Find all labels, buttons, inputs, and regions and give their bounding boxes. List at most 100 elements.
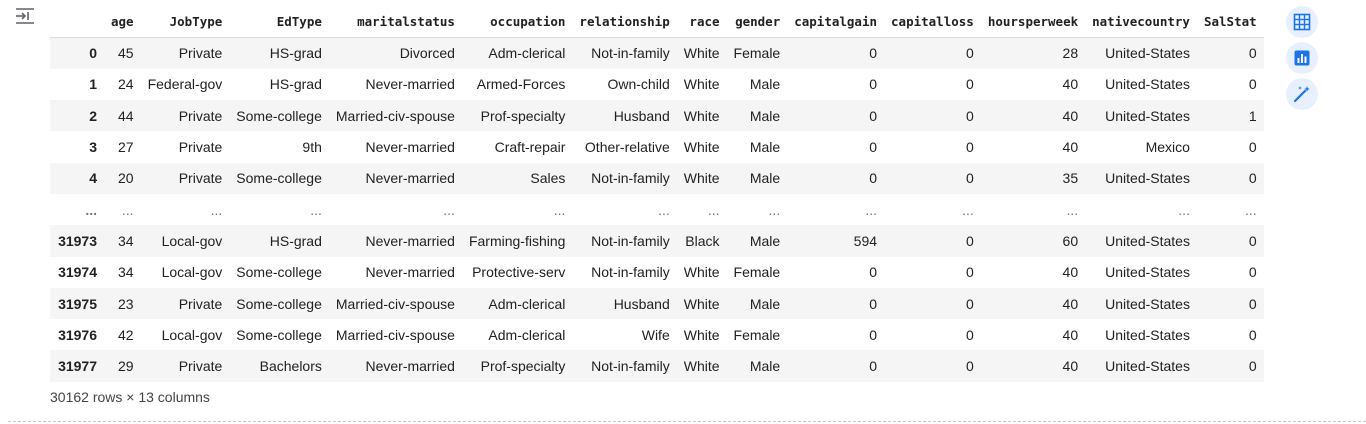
- row-index: 1: [89, 76, 97, 93]
- table-row: 31975 23 Private Some-college Married-civ-sp…: [50, 287, 1264, 320]
- table-cell: Local-gov: [161, 232, 223, 249]
- table-cell: 0: [1248, 170, 1257, 187]
- table-cell: Female: [733, 45, 781, 62]
- table-cell: 0: [869, 326, 878, 343]
- table-cell: Private: [178, 170, 223, 187]
- table-cell: Prof-specialty: [480, 358, 566, 375]
- table-cell: Female: [733, 264, 781, 281]
- table-cell: ...: [121, 201, 134, 218]
- table-cell: Male: [749, 76, 781, 93]
- table-cell: Not-in-family: [591, 264, 670, 281]
- column-header: occupation: [461, 6, 573, 38]
- table-row: 31976 42 Local-gov Some-college Married-civ-…: [50, 319, 1264, 350]
- table-cell: 0: [966, 358, 974, 375]
- table-cell: Black: [685, 232, 720, 249]
- table-cell: 0: [966, 139, 974, 156]
- table-cell: 24: [118, 76, 134, 93]
- table-cell: ...: [768, 201, 781, 218]
- table-cell: United-States: [1105, 358, 1190, 375]
- table-cell: 0: [966, 295, 974, 312]
- chart-icon: [1294, 50, 1310, 66]
- table-cell: Not-in-family: [591, 232, 670, 249]
- table-cell: 45: [118, 45, 134, 62]
- table-cell: Own-child: [607, 76, 670, 93]
- table-row: 4 20 Private Some-college Never-married Sales…: [50, 162, 1264, 194]
- table-cell: Married-civ-spouse: [335, 107, 455, 124]
- table-cell: 40: [1062, 76, 1079, 93]
- table-cell: 0: [1248, 326, 1257, 343]
- table-cell: Wife: [641, 326, 670, 343]
- table-cell: 40: [1062, 139, 1079, 156]
- suggest-charts-button[interactable]: [1286, 42, 1318, 74]
- table-cell: Mexico: [1145, 139, 1190, 156]
- table-cell: Married-civ-spouse: [335, 326, 455, 343]
- table-cell: United-States: [1105, 326, 1190, 343]
- table-cell: Prof-specialty: [480, 107, 566, 124]
- table-cell: 0: [869, 264, 878, 281]
- table-icon: [1293, 13, 1311, 31]
- table-cell: Private: [178, 358, 223, 375]
- cell-divider: [8, 421, 1366, 422]
- table-row: 31973 34 Local-gov HS-grad Never-married Farm…: [50, 225, 1264, 257]
- table-cell: Not-in-family: [591, 358, 670, 375]
- table-cell: 0: [1248, 232, 1257, 249]
- table-cell: White: [683, 139, 720, 156]
- table-cell: White: [683, 76, 720, 93]
- column-header: hoursperweek: [980, 6, 1086, 38]
- table-cell: United-States: [1105, 264, 1190, 281]
- row-index: ...: [85, 201, 97, 218]
- table-cell: Divorced: [399, 45, 455, 62]
- column-header: maritalstatus: [328, 6, 462, 38]
- table-cell: United-States: [1105, 295, 1190, 312]
- table-cell: Farming-fishing: [468, 232, 566, 249]
- table-cell: Male: [749, 295, 781, 312]
- table-cell: Private: [178, 295, 223, 312]
- table-cell: Some-college: [236, 107, 322, 124]
- table-cell: Protective-serv: [472, 264, 566, 281]
- table-cell: 0: [869, 107, 878, 124]
- table-cell: 0: [1248, 264, 1257, 281]
- table-cell: ...: [310, 201, 322, 218]
- collapse-output-button[interactable]: [14, 6, 38, 26]
- table-cell: White: [683, 170, 720, 187]
- table-cell: Male: [749, 358, 781, 375]
- table-row: 31977 29 Private Bachelors Never-married Prof…: [50, 350, 1264, 382]
- table-cell: ...: [553, 201, 566, 218]
- table-cell: 23: [118, 295, 134, 312]
- table-cell: 0: [966, 76, 974, 93]
- table-cell: United-States: [1105, 232, 1190, 249]
- table-cell: Male: [749, 107, 781, 124]
- table-cell: 1: [1248, 107, 1257, 124]
- table-cell: 0: [966, 107, 974, 124]
- generate-code-button[interactable]: [1286, 78, 1318, 110]
- table-cell: 20: [118, 170, 134, 187]
- magic-wand-icon: [1293, 86, 1310, 103]
- table-cell: Some-college: [236, 170, 322, 187]
- table-cell: Federal-gov: [147, 76, 223, 93]
- table-cell: ...: [210, 201, 223, 218]
- table-cell: Married-civ-spouse: [335, 295, 455, 312]
- column-header: capitalloss: [884, 6, 981, 38]
- table-cell: 60: [1062, 232, 1079, 249]
- table-cell: Some-college: [236, 326, 322, 343]
- table-cell: HS-grad: [269, 45, 322, 62]
- table-cell: 44: [118, 107, 134, 124]
- table-cell: 0: [1248, 295, 1257, 312]
- dataframe-shape-text: 30162 rows × 13 columns: [50, 389, 210, 405]
- table-cell: Adm-clerical: [488, 45, 566, 62]
- table-cell: 0: [966, 45, 974, 62]
- table-cell: 0: [869, 170, 878, 187]
- table-cell: Other-relative: [584, 139, 670, 156]
- table-cell: Local-gov: [161, 326, 223, 343]
- table-cell: White: [683, 264, 720, 281]
- table-cell: United-States: [1105, 170, 1190, 187]
- table-cell: 0: [1248, 358, 1257, 375]
- table-cell: 0: [869, 76, 878, 93]
- table-cell: ...: [1178, 201, 1190, 218]
- row-index: 31976: [58, 326, 97, 343]
- column-header: SalStat: [1196, 6, 1264, 38]
- dataframe-table: age JobType EdType maritalstatus occupat…: [50, 6, 1264, 382]
- table-cell: Bachelors: [259, 358, 322, 375]
- convert-to-interactive-table-button[interactable]: [1286, 6, 1318, 38]
- table-cell: Husband: [613, 107, 670, 124]
